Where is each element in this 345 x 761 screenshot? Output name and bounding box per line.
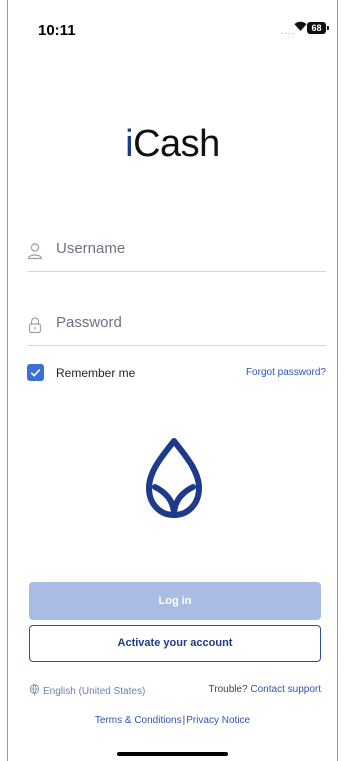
legal-separator: | [182,715,186,726]
remember-label: Remember me [56,366,136,380]
status-bar: 10:11 .... 68 [0,0,345,50]
wifi-icon [294,21,307,31]
battery-icon: 68 [307,22,329,34]
legal-links: Terms & Conditions|Privacy Notice [0,715,345,726]
globe-icon [29,684,40,696]
logo-prefix: i [125,123,134,165]
password-underline [27,345,326,346]
forgot-password-link[interactable]: Forgot password? [246,367,326,378]
terms-link[interactable]: Terms & Conditions [95,715,182,726]
status-time: 10:11 [38,22,76,39]
check-icon [30,369,41,377]
remember-row: Remember me Forgot password? [27,363,326,383]
password-field[interactable]: Password [27,306,326,346]
password-input[interactable]: Password [56,314,122,331]
remember-checkbox[interactable] [27,364,44,381]
logo-rest: Cash [133,123,220,165]
language-label: English (United States) [43,686,146,697]
login-button[interactable]: Log in [29,582,321,620]
trouble-label: Trouble? [208,684,248,695]
lock-icon [28,317,42,334]
username-input[interactable]: Username [56,240,125,257]
support-row: Trouble? Contact support [209,684,322,695]
contact-support-link[interactable]: Contact support [250,684,321,695]
activate-account-button[interactable]: Activate your account [29,625,321,662]
signal-icon: .... [281,26,296,36]
user-icon [27,243,43,260]
username-underline [27,271,326,272]
language-selector[interactable]: English (United States) [29,684,145,697]
home-indicator[interactable] [117,752,228,756]
app-logo: iCash [0,123,345,166]
username-field[interactable]: Username [27,232,326,272]
footer: English (United States) Trouble? Contact… [29,684,321,698]
bank-logo-icon [146,438,202,518]
privacy-link[interactable]: Privacy Notice [186,715,250,726]
